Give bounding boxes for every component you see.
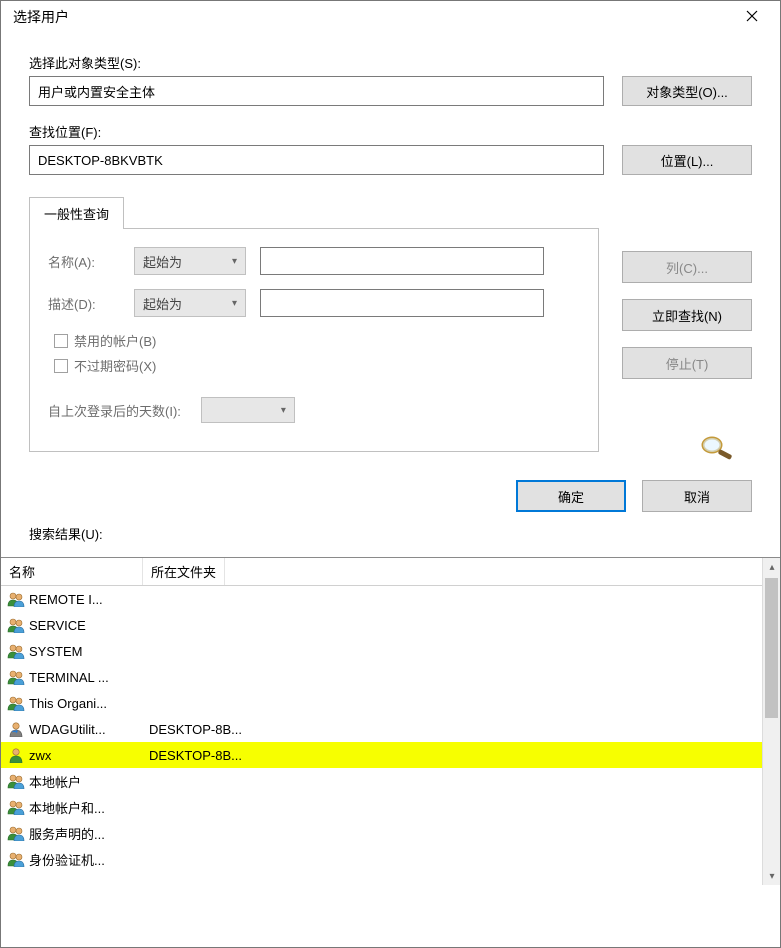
chevron-down-icon: ▾ [232,256,237,267]
row-name: 本地帐户和... [29,798,105,817]
title-bar: 选择用户 [1,1,780,33]
user-icon [7,747,25,763]
group-icon [7,695,25,711]
results-table: 名称 所在文件夹 REMOTE I... SERVICE SYSTEM TERMINA… [1,557,780,885]
cell-folder: DESKTOP-8B... [143,722,780,737]
cell-name: zwx [1,747,143,763]
table-row[interactable]: WDAGUtilit... DESKTOP-8B... [1,716,780,742]
row-name: 本地帐户 [29,772,81,791]
row-name: This Organi... [29,696,107,711]
disabled-accounts-checkbox[interactable] [54,334,68,348]
row-folder: DESKTOP-8B... [149,748,242,763]
row-name: WDAGUtilit... [29,722,106,737]
days-since-logon-combo[interactable]: ▾ [201,397,295,423]
row-name: SERVICE [29,618,86,633]
group-icon [7,591,25,607]
group-icon [7,825,25,841]
window-title: 选择用户 [13,7,69,27]
cell-name: 身份验证机... [1,850,143,869]
group-icon [7,851,25,867]
group-icon [7,669,25,685]
disabled-accounts-label: 禁用的帐户(B) [74,331,156,350]
column-name[interactable]: 名称 [1,558,143,585]
cell-folder: DESKTOP-8B... [143,748,780,763]
object-types-button[interactable]: 对象类型(O)... [622,76,752,106]
description-mode-combo[interactable]: 起始为 ▾ [134,289,246,317]
row-name: SYSTEM [29,644,82,659]
location-label: 查找位置(F): [29,122,752,141]
scroll-down-icon[interactable]: ▾ [763,867,781,885]
close-button[interactable] [730,3,774,31]
group-icon [7,773,25,789]
find-now-button[interactable]: 立即查找(N) [622,299,752,331]
tab-common-queries[interactable]: 一般性查询 [29,197,124,229]
row-name: zwx [29,748,51,763]
scroll-up-icon[interactable]: ▴ [763,558,781,576]
scroll-thumb[interactable] [765,578,778,718]
columns-button[interactable]: 列(C)... [622,251,752,283]
results-header: 名称 所在文件夹 [1,558,780,586]
table-row[interactable]: SYSTEM [1,638,780,664]
cell-name: SERVICE [1,617,143,633]
non-expiring-password-checkbox[interactable] [54,359,68,373]
user-arrow-icon [7,721,25,737]
close-icon [746,10,758,25]
location-value: DESKTOP-8BKVBTK [38,153,163,168]
stop-button[interactable]: 停止(T) [622,347,752,379]
search-results-label: 搜索结果(U): [29,524,752,543]
cell-name: 服务声明的... [1,824,143,843]
name-mode-combo[interactable]: 起始为 ▾ [134,247,246,275]
row-name: 服务声明的... [29,824,105,843]
chevron-down-icon: ▾ [281,405,286,416]
row-name: TERMINAL ... [29,670,109,685]
cell-name: WDAGUtilit... [1,721,143,737]
ok-button[interactable]: 确定 [516,480,626,512]
table-row[interactable]: 本地帐户和... [1,794,780,820]
table-row[interactable]: SERVICE [1,612,780,638]
object-type-value-box: 用户或内置安全主体 [29,76,604,106]
query-panel: 名称(A): 起始为 ▾ 描述(D): 起始为 ▾ 禁用的帐户(B) [29,228,599,452]
cell-name: REMOTE I... [1,591,143,607]
column-folder[interactable]: 所在文件夹 [143,558,225,585]
name-input[interactable] [260,247,544,275]
days-since-logon-label: 自上次登录后的天数(I): [48,401,181,420]
table-row[interactable]: 身份验证机... [1,846,780,872]
description-input[interactable] [260,289,544,317]
row-folder: DESKTOP-8B... [149,722,242,737]
row-name: 身份验证机... [29,850,105,869]
object-type-value: 用户或内置安全主体 [38,82,155,101]
group-icon [7,799,25,815]
chevron-down-icon: ▾ [232,298,237,309]
description-label: 描述(D): [48,294,120,313]
results-scrollbar[interactable]: ▴ ▾ [762,558,780,885]
table-row[interactable]: zwx DESKTOP-8B... [1,742,780,768]
cell-name: 本地帐户 [1,772,143,791]
magnifier-icon [696,433,740,465]
cell-name: TERMINAL ... [1,669,143,685]
table-row[interactable]: 本地帐户 [1,768,780,794]
table-row[interactable]: 服务声明的... [1,820,780,846]
cell-name: SYSTEM [1,643,143,659]
group-icon [7,617,25,633]
object-type-label: 选择此对象类型(S): [29,53,752,72]
group-icon [7,643,25,659]
locations-button[interactable]: 位置(L)... [622,145,752,175]
name-label: 名称(A): [48,252,120,271]
row-name: REMOTE I... [29,592,103,607]
location-value-box: DESKTOP-8BKVBTK [29,145,604,175]
non-expiring-password-label: 不过期密码(X) [74,356,156,375]
cancel-button[interactable]: 取消 [642,480,752,512]
table-row[interactable]: TERMINAL ... [1,664,780,690]
table-row[interactable]: This Organi... [1,690,780,716]
cell-name: This Organi... [1,695,143,711]
cell-name: 本地帐户和... [1,798,143,817]
table-row[interactable]: REMOTE I... [1,586,780,612]
